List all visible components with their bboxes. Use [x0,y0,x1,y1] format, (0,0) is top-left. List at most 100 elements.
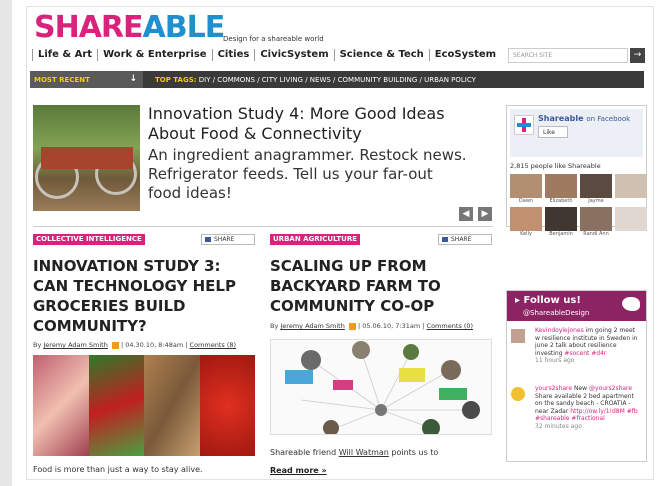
fan-avatar[interactable]: Jayme [580,174,612,205]
down-arrow-icon: ↓ [129,74,137,84]
avatar[interactable] [511,387,525,401]
top-tags-list[interactable]: DIY / COMMONS / CITY LIVING / NEWS / COM… [199,76,476,84]
fan-avatar[interactable]: Elizabeth [545,174,577,205]
prev-arrow-icon[interactable]: ◀ [459,207,473,221]
tweet-body: New [574,385,588,392]
tweet: Kevindoylejones im going 2 meet w resili… [511,327,643,383]
category-badge[interactable]: URBAN AGRICULTURE [270,234,361,245]
top-bar: MOST RECENT ↓ TOP TAGS: DIY / COMMONS / … [30,71,644,88]
facebook-page-name[interactable]: Shareable on Facebook [538,114,630,123]
share-icon [205,237,211,242]
top-tags: TOP TAGS: DIY / COMMONS / CITY LIVING / … [155,76,476,84]
follow-text: Follow us! [523,295,581,306]
excerpt-text: Shareable friend [270,448,339,457]
article-excerpt: Food is more than just a way to stay ali… [33,465,203,474]
page: SHAREABLE Design for a shareable world L… [0,0,664,486]
article-excerpt: Shareable friend Will Watman points us t… [270,448,438,457]
next-arrow-icon[interactable]: ▶ [478,207,492,221]
shareable-plus-icon[interactable] [514,115,534,135]
wagon-body [41,147,133,169]
logo-text-able: ABLE [142,10,226,45]
divider [33,226,493,227]
by-label: By [33,341,42,349]
plus-icon [517,118,531,132]
tweet-mention[interactable]: @yours2share [589,385,632,392]
twitter-header[interactable]: ▸ Follow us! @ShareableDesign [507,291,646,321]
network-diagram-image[interactable] [270,339,492,435]
nav-item-ecosystem[interactable]: EcoSystem [428,49,501,61]
left-gutter [0,0,12,486]
tweet-time: 32 minutes ago [535,422,582,430]
share-label: SHARE [214,236,235,243]
network-graphic [285,341,480,434]
like-count: 2,815 people like Shareable [510,162,601,170]
nav-item-work-enterprise[interactable]: Work & Enterprise [97,49,212,61]
fan-avatar[interactable]: Benjamin [545,207,577,238]
top-tags-label: TOP TAGS: [155,76,197,84]
tweet-user[interactable]: yours2share [535,385,572,392]
nav-item-civicsystem[interactable]: CivicSystem [254,49,333,61]
comments-link[interactable]: Comments (8) [190,341,237,349]
on-facebook: on Facebook [586,115,631,123]
nav-item-cities[interactable]: Cities [211,49,255,61]
fan-avatar[interactable] [615,174,647,205]
most-recent-dropdown[interactable]: MOST RECENT ↓ [30,71,143,88]
byline: By Jeremy Adam Smith | 04.30.10, 8:48am … [33,341,237,349]
like-label: Like [543,129,555,136]
logo-text-share: SHARE [34,10,144,45]
rss-icon[interactable] [348,322,356,330]
twitter-handle: @ShareableDesign [523,309,590,317]
tweet-text: yours2share New @yours2share Share avail… [535,385,641,430]
nav-item-life-art[interactable]: Life & Art [32,49,97,61]
share-button[interactable]: SHARE [438,234,492,245]
excerpt-link[interactable]: Will Watman [339,448,389,457]
post-date: 04.30.10, 8:48am [125,341,184,349]
tweet: yours2share New @yours2share Share avail… [511,385,643,461]
tweet-link[interactable]: http://ow.ly/1!d8M #fb [570,408,637,415]
tweet-time: 11 hours ago [535,357,575,364]
fan-avatar[interactable]: Dawn [510,174,542,205]
like-button[interactable]: Like [538,126,568,138]
featured-title[interactable]: Innovation Study 4: More Good Ideas Abou… [148,104,468,144]
article-title[interactable]: SCALING UP FROM BACKYARD FARM TO COMMUNI… [270,256,490,316]
fan-avatar[interactable]: Kelly [510,207,542,238]
share-icon [442,237,448,242]
author-link[interactable]: Jeremy Adam Smith [43,341,107,349]
post-date: 05.06.10, 7:31am [362,322,421,330]
article-title[interactable]: INNOVATION STUDY 3: CAN TECHNOLOGY HELP … [33,256,253,336]
tweet-user[interactable]: Kevindoylejones [535,327,584,334]
page-name: Shareable [538,114,584,123]
search-arrow-icon[interactable]: → [630,48,645,63]
tweet-hashtags[interactable]: #socent #d4r [564,350,606,357]
avatar[interactable] [511,329,525,343]
facebook-widget: Shareable on Facebook Like 2,815 people … [506,105,647,237]
search-input[interactable]: SEARCH SITE [508,48,628,63]
fan-grid: Dawn Elizabeth Jayme Kelly Benjamin Rand… [510,174,647,238]
rss-icon[interactable] [111,341,119,349]
read-more-link[interactable]: Read more » [270,466,327,475]
excerpt-text: points us to [388,448,439,457]
featured-subtitle: An ingredient anagrammer. Restock news. … [148,146,467,202]
share-label: SHARE [451,236,472,243]
facebook-header: Shareable on Facebook Like [510,109,643,157]
by-label: By [270,322,279,330]
article-image[interactable] [33,355,255,456]
shareable-logo[interactable]: SHAREABLE [34,10,226,45]
tweet-text: Kevindoylejones im going 2 meet w resili… [535,327,641,365]
featured-image[interactable] [33,105,140,211]
follow-us-label: ▸ Follow us! [515,295,581,306]
most-recent-label: MOST RECENT [34,76,90,84]
author-link[interactable]: Jeremy Adam Smith [280,322,344,330]
tweet-hashtags[interactable]: #shareable #fractional [535,415,605,422]
fan-avatar[interactable]: Randi Ann [580,207,612,238]
nav-item-science-tech[interactable]: Science & Tech [333,49,429,61]
share-button[interactable]: SHARE [201,234,255,245]
tagline: Design for a shareable world [223,35,324,43]
category-badge[interactable]: COLLECTIVE INTELLIGENCE [33,234,145,245]
main-nav: Life & Art Work & Enterprise Cities Civi… [32,49,501,61]
comments-link[interactable]: Comments (0) [427,322,474,330]
fan-avatar[interactable] [615,207,647,238]
twitter-widget: ▸ Follow us! @ShareableDesign Kevindoyle… [506,290,647,462]
byline: By Jeremy Adam Smith | 05.06.10, 7:31am … [270,322,474,330]
bird-icon [622,297,640,311]
